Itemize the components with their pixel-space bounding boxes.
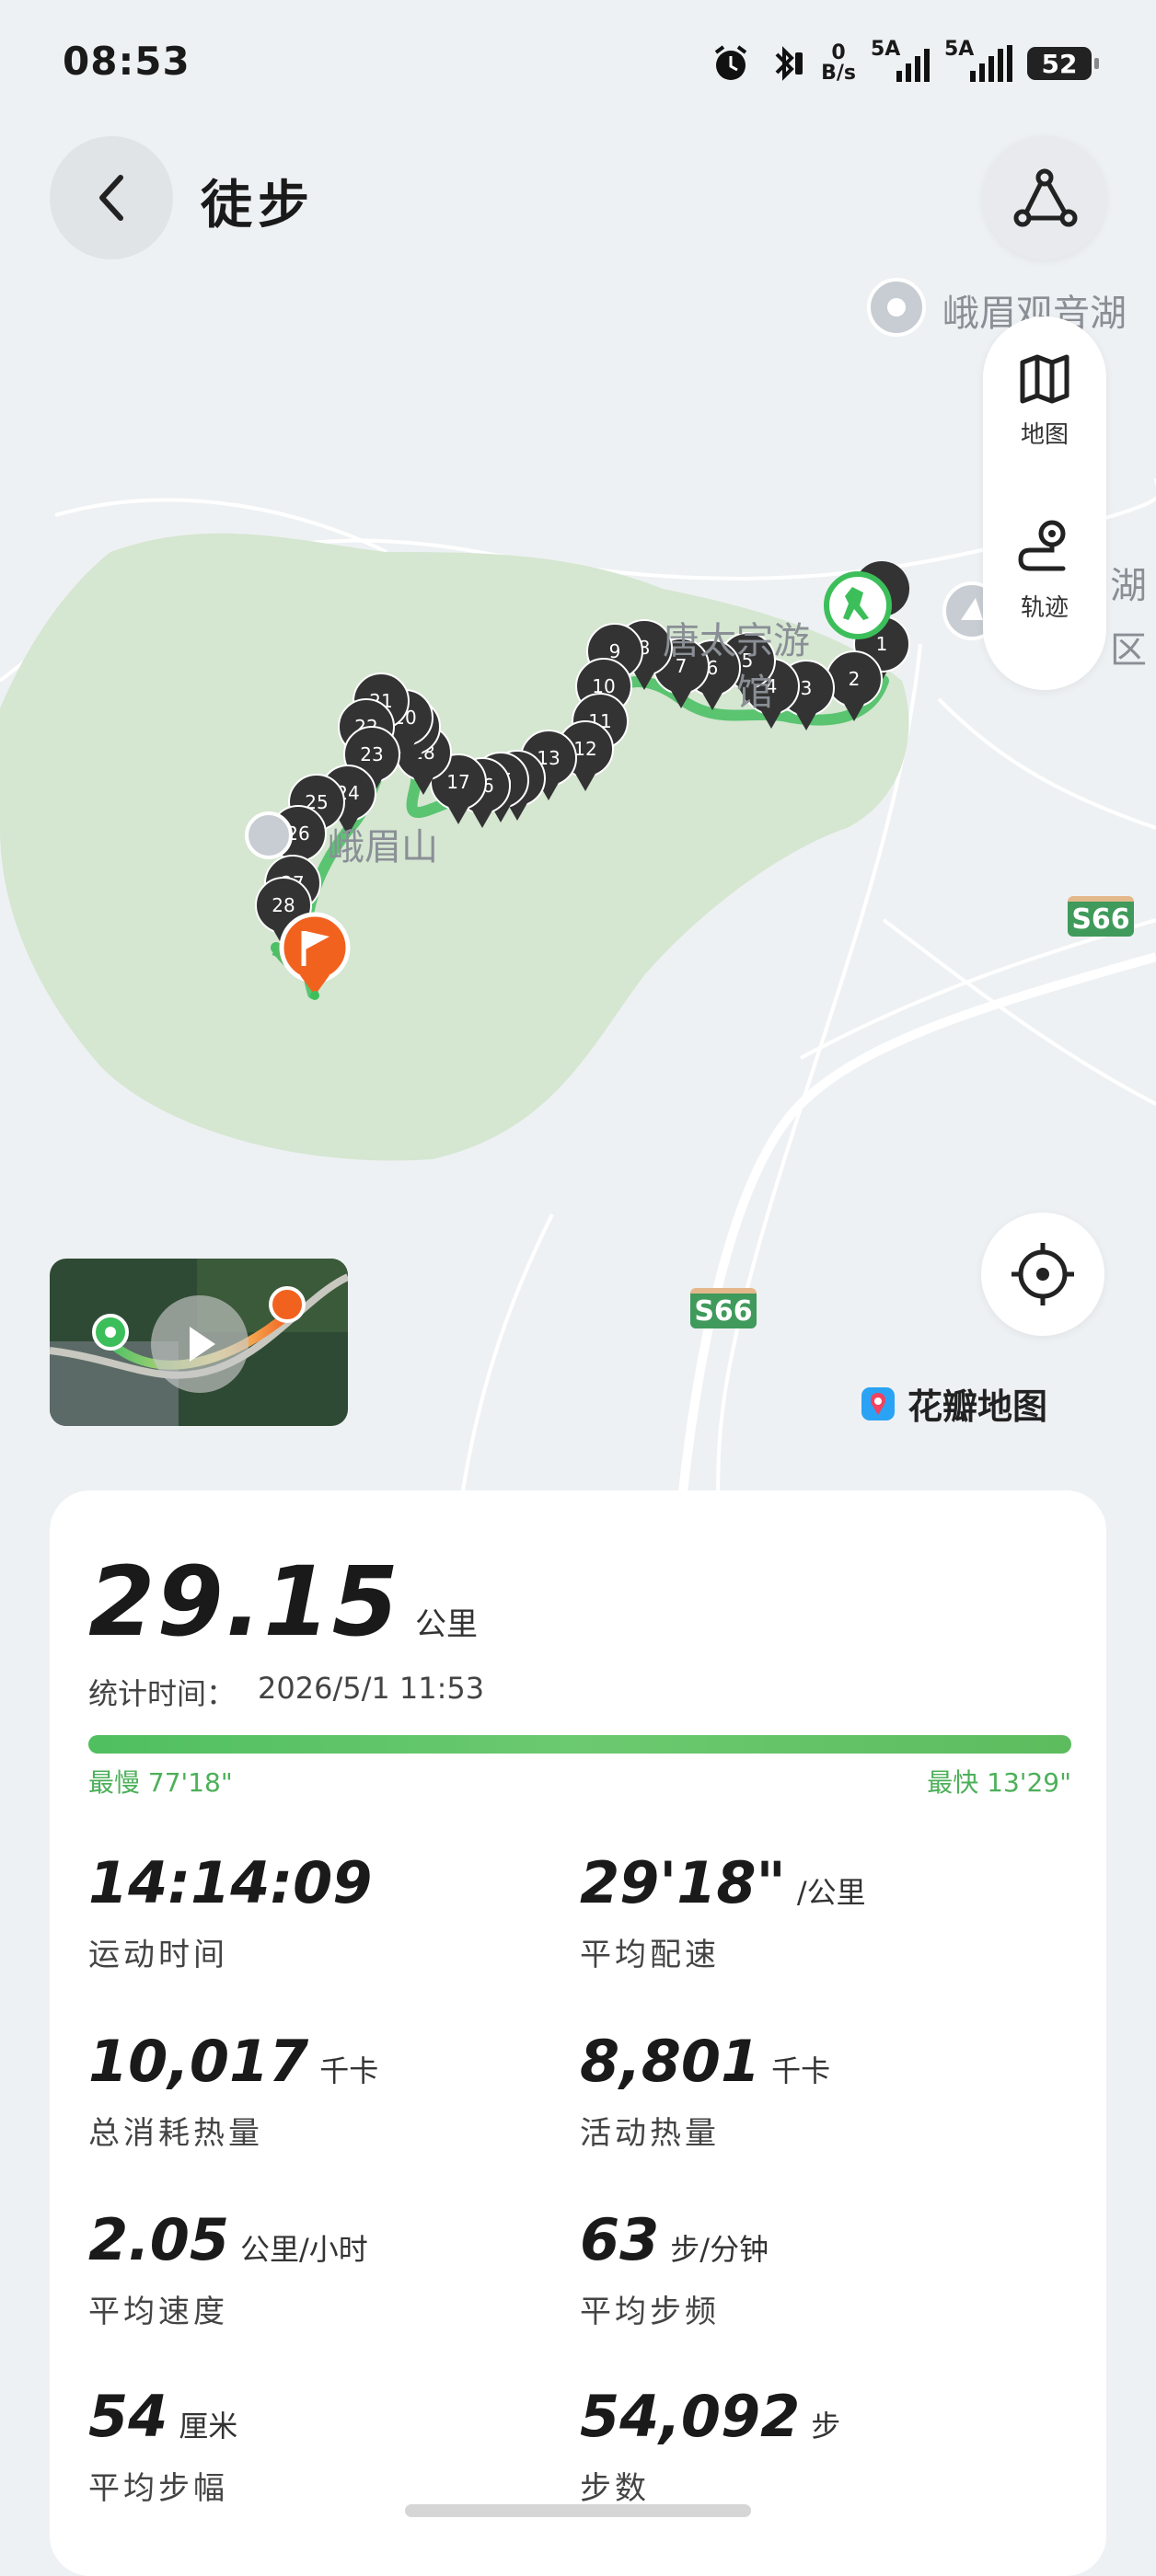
marker-2: 2 [826,650,883,721]
svg-text:3: 3 [801,677,813,699]
metric-value: 8,801 [580,2028,761,2095]
signal-2-label: 5A [944,38,975,61]
distance-value: 29.15 [88,1546,400,1658]
metric-unit: /公里 [796,1875,866,1910]
metric-value: 63 [580,2206,660,2273]
pace-range-bar [88,1735,1071,1754]
metric-unit: 步/分钟 [670,2232,769,2267]
svg-text:12: 12 [573,738,596,760]
bluetooth-icon [775,46,803,81]
crosshair-icon [1012,1243,1074,1305]
start-marker-icon [824,571,892,639]
metric-value: 54 [88,2383,168,2450]
pace-fastest: 最快 13'29" [927,1767,1071,1798]
map-layer-button[interactable]: 地图 [983,350,1106,450]
signal-1: 5A [871,38,930,82]
metric-value: 54,092 [580,2383,801,2450]
map-label-emei-mountain[interactable]: 峨眉山 [328,817,438,870]
alarm-icon [714,45,747,80]
map-label-district: 区 [1110,629,1147,672]
home-indicator[interactable] [405,2504,751,2517]
poi-camera-icon-2 [245,811,293,859]
track-layer-label: 轨迹 [1020,594,1069,622]
map-icon [1020,354,1069,404]
metric-label: 活动热量 [580,2115,720,2152]
chevron-left-icon [99,175,123,221]
metric-label: 平均步频 [580,2294,720,2330]
map-provider-name: 花瓣地图 [907,1386,1048,1427]
replay-video-thumbnail[interactable] [50,1259,348,1426]
road-badge-s66: S66 [1068,896,1134,937]
svg-text:1: 1 [876,633,888,655]
network-speed: 0 B/s [821,41,856,85]
metric-unit: 公里/小时 [239,2232,368,2267]
metric-unit: 步 [811,2409,841,2444]
metric-active-calories: 8,801 千卡 活动热量 [580,2028,1058,2153]
status-icons: 0 B/s 5A 5A 52 [711,38,1099,86]
metric-label: 步数 [580,2470,650,2507]
metric-unit: 厘米 [179,2409,238,2444]
metric-avg-speed: 2.05 公里/小时 平均速度 [88,2206,567,2331]
metric-label: 运动时间 [88,1937,228,1973]
metric-steps: 54,092 步 步数 [580,2383,1058,2508]
stat-time-value: 2026/5/1 11:53 [258,1671,485,1706]
play-button[interactable] [151,1295,249,1393]
distance-unit: 公里 [414,1606,478,1643]
map-provider-brand: 花瓣地图 [860,1378,1047,1429]
back-button[interactable] [50,136,173,259]
svg-text:23: 23 [360,743,383,765]
metric-total-calories: 10,017 千卡 总消耗热量 [88,2028,567,2153]
play-icon [190,1327,215,1362]
workout-summary-card: 29.15 公里 统计时间： 2026/5/1 11:53 最慢 77'18" … [50,1490,1106,2576]
map-label-lake: 湖 [1110,565,1147,607]
locate-button[interactable] [981,1213,1104,1336]
metric-unit: 千卡 [771,2053,831,2088]
metric-unit: 千卡 [319,2053,379,2088]
signal-1-label: 5A [871,38,901,61]
metric-value: 14:14:09 [88,1849,373,1916]
route-button[interactable] [983,136,1106,259]
page-title: 徒步 [201,176,315,236]
layer-panel: 地图 轨迹 [983,316,1106,690]
svg-text:2: 2 [849,668,861,690]
svg-text:28: 28 [272,894,295,916]
road-badge-s66-2: S66 [690,1288,757,1328]
poi-camera-icon [867,278,926,337]
metric-value: 10,017 [88,2028,309,2095]
svg-text:17: 17 [446,771,469,793]
stat-time: 统计时间： 2026/5/1 11:53 [88,1671,484,1713]
total-distance: 29.15 公里 [88,1546,478,1658]
route-icon [1013,168,1078,227]
metric-value: 29'18" [580,1849,786,1916]
metric-label: 平均配速 [580,1937,720,1973]
map-label-scenic[interactable]: 唐太宗游 [663,611,810,664]
metric-label: 总消耗热量 [88,2115,263,2152]
metric-avg-pace: 29'18" /公里 平均配速 [580,1849,1058,1974]
petal-maps-logo-icon [861,1386,895,1420]
metric-label: 平均步幅 [88,2470,228,2507]
metric-label: 平均速度 [88,2294,228,2330]
map-label-hall: 馆 [736,672,773,714]
signal-2: 5A [944,38,1012,82]
stat-time-label: 统计时间： [88,1676,237,1711]
metric-avg-stride: 54 厘米 平均步幅 [88,2383,567,2508]
map-layer-label: 地图 [1020,421,1069,449]
track-icon [1018,520,1066,571]
metric-avg-cadence: 63 步/分钟 平均步频 [580,2206,1058,2331]
status-bar: 08:53 0 B/s 5A 5A 52 [0,0,1156,129]
battery-icon: 52 [1027,47,1099,80]
metric-duration: 14:14:09 运动时间 [88,1849,567,1974]
pace-slowest: 最慢 77'18" [88,1767,233,1798]
end-flag-icon [279,912,351,1000]
metric-value: 2.05 [88,2206,229,2273]
track-layer-button[interactable]: 轨迹 [983,517,1106,623]
status-time: 08:53 [63,39,191,84]
